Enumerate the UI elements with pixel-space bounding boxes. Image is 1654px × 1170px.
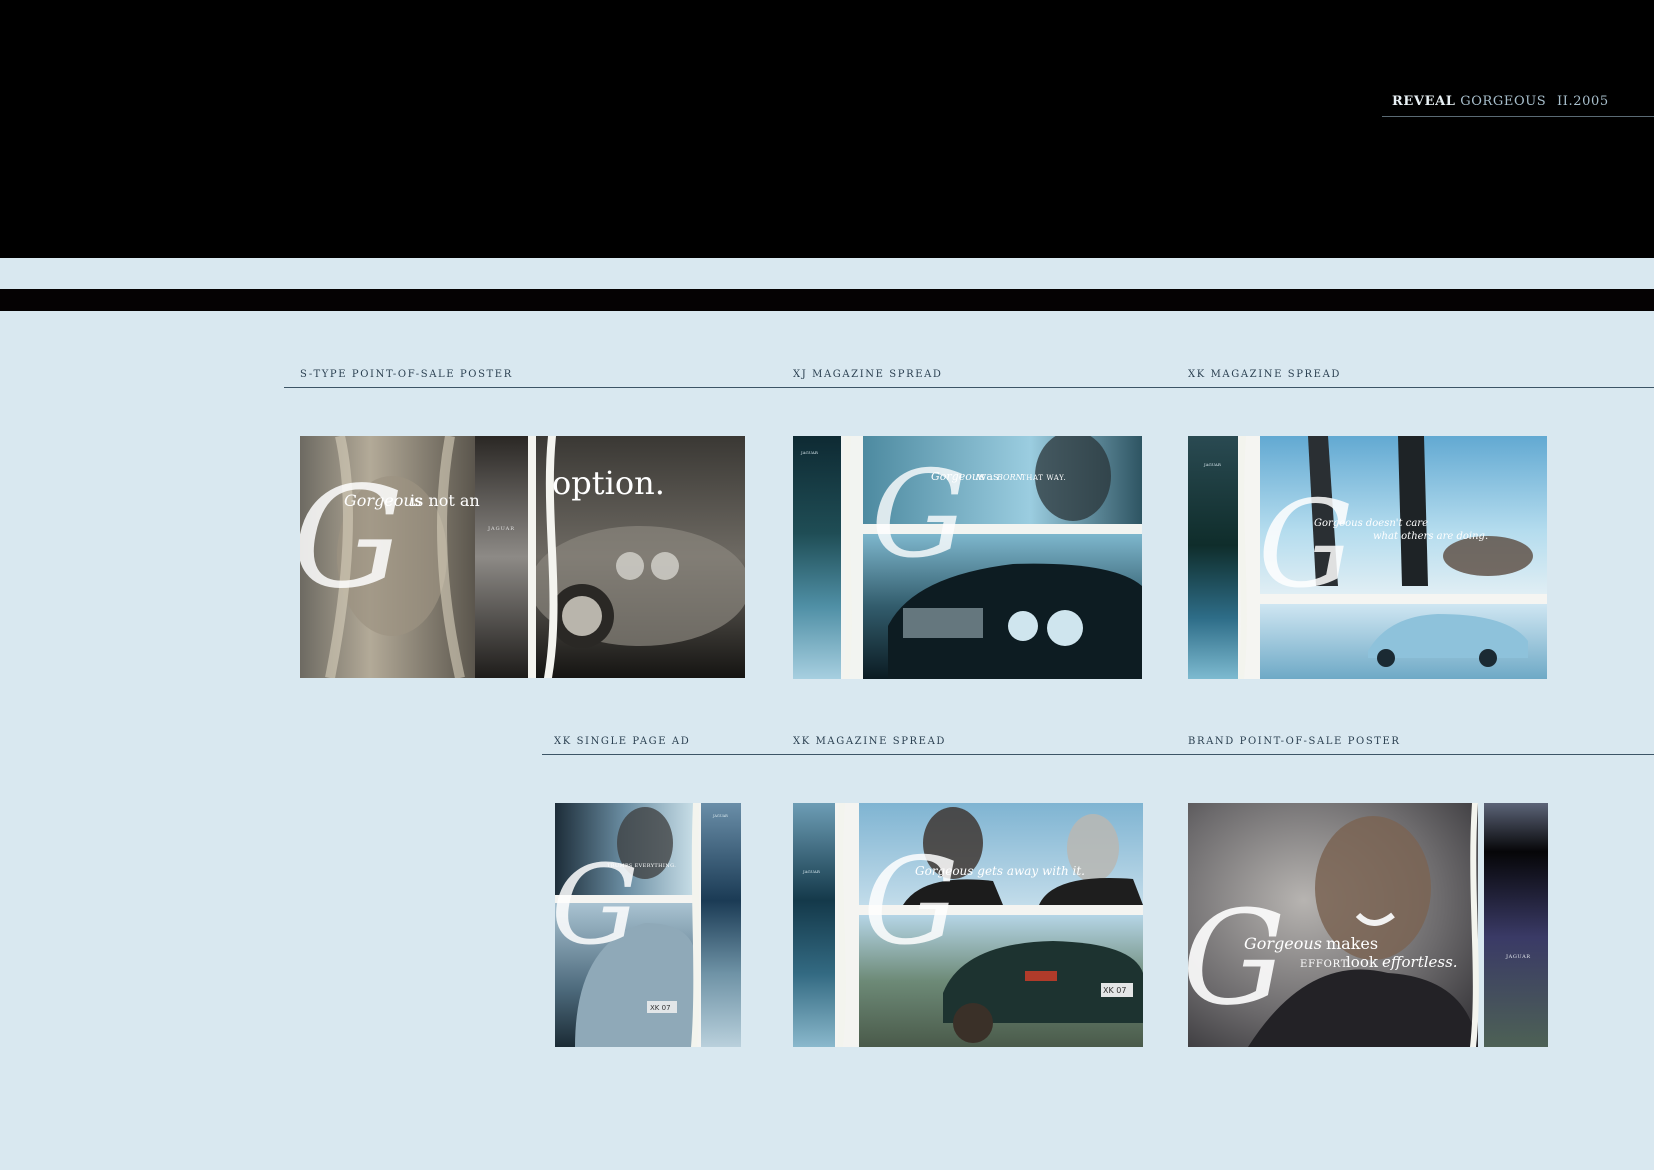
header-rule (1382, 116, 1654, 117)
xk-spread-2-image: XK 07 G Gorgeous gets away with it. JAGU… (793, 803, 1143, 1047)
xj-headline-b: was (977, 470, 999, 483)
brand-brand: JAGUAR (1505, 954, 1531, 960)
xj-headline-c: BORN (996, 473, 1024, 482)
brand-line2a: EFFORT (1300, 959, 1348, 970)
xksingle-brand: JAGUAR (712, 814, 728, 818)
brand-poster-image: G Gorgeous makes EFFORT look effortless.… (1188, 803, 1548, 1047)
brand-initial: G (1188, 882, 1286, 1034)
xj-brand: JAGUAR (800, 450, 819, 455)
section-label-stype-poster: S-TYPE POINT-OF-SALE POSTER (300, 369, 513, 380)
xj-headline-d: THAT WAY. (1021, 474, 1066, 482)
stype-initial: G (300, 457, 404, 620)
xk1-line2: what others are doing. (1373, 531, 1488, 542)
row1-rule (284, 387, 1654, 388)
header-word-reveal: REVEAL (1392, 94, 1456, 109)
brand-line2c: effortless. (1382, 953, 1458, 971)
brand-line2b: look (1346, 953, 1379, 971)
xksingle-plate: XK 07 (650, 1004, 671, 1012)
stype-poster-image: G Gorgeous is not an option. JAGUAR (300, 436, 745, 678)
xk2-brand: JAGUAR (802, 869, 821, 874)
xk2-line1: Gorgeous gets away with it. (915, 864, 1085, 878)
brand-line1a: Gorgeous (1244, 934, 1322, 953)
section-label-xk-single-ad: XK SINGLE PAGE AD (554, 736, 691, 747)
top-black-band (0, 0, 1654, 258)
section-label-xj-spread: XJ MAGAZINE SPREAD (793, 369, 943, 380)
xk-spread-image: G Gorgeous doesn't care what others are … (1188, 436, 1547, 679)
xksingle-initial: G (555, 841, 639, 969)
brand-line1b: makes (1326, 934, 1378, 953)
stype-headline-b: is not an (410, 491, 480, 510)
xk-single-ad-image: XK 07 G TRUMPS EVERYTHING. JAGUAR (555, 803, 741, 1047)
xk2-initial: G (863, 833, 959, 972)
header-label: REVEAL GORGEOUS II.2005 (1392, 94, 1654, 109)
row2-rule (542, 754, 1654, 755)
xk1-brand: JAGUAR (1203, 462, 1222, 467)
xk1-line1: Gorgeous doesn't care (1314, 518, 1428, 529)
header-word-gorgeous: GORGEOUS (1460, 94, 1547, 109)
xj-spread-image: G Gorgeous was BORN THAT WAY. JAGUAR (793, 436, 1142, 679)
xj-initial: G (871, 446, 967, 585)
header-issue: II.2005 (1557, 94, 1609, 109)
section-label-xk-spread: XK MAGAZINE SPREAD (1188, 369, 1342, 380)
xk1-initial: G (1258, 476, 1354, 615)
xksingle-line1: TRUMPS EVERYTHING. (607, 863, 676, 869)
section-label-xk-spread-2: XK MAGAZINE SPREAD (793, 736, 947, 747)
section-label-brand-poster: BRAND POINT-OF-SALE POSTER (1188, 736, 1401, 747)
mid-black-band (0, 289, 1654, 311)
stype-brand: JAGUAR (487, 526, 515, 532)
xk2-plate: XK 07 (1103, 986, 1126, 995)
stype-headline-c: option. (552, 464, 665, 502)
